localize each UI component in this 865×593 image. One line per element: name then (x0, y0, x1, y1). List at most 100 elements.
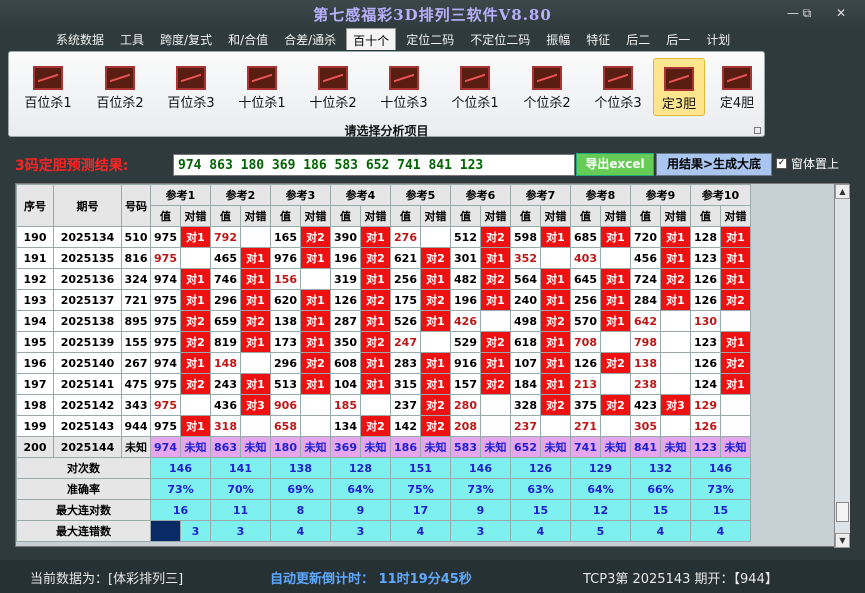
result-cell (300, 415, 331, 437)
seq-cell: 192 (16, 268, 54, 290)
table-row[interactable]: 199 2025143 944 975 对1 318 658 134 对2 142 对2 208 237… (16, 415, 751, 437)
menu-item[interactable]: 合差/通杀 (278, 29, 342, 50)
stats-value: 12 (570, 499, 631, 521)
stats-value: 66% (630, 478, 691, 500)
ribbon-button[interactable]: 定3胆 (653, 58, 705, 116)
result-cell: 对2 (600, 352, 631, 374)
ribbon-button[interactable]: 百位杀2 (87, 58, 153, 116)
menu-item[interactable]: 振幅 (540, 29, 576, 50)
ribbon-button[interactable]: 个位杀1 (442, 58, 508, 116)
value-cell: 513 (270, 373, 301, 395)
stats-value: 73% (450, 478, 511, 500)
generate-base-button[interactable]: 用结果>生成大底 (656, 153, 772, 176)
menu-item[interactable]: 工具 (114, 29, 150, 50)
ribbon-launcher-icon[interactable] (754, 127, 761, 134)
period-cell: 2025141 (53, 373, 122, 395)
forecast-value: 652 (510, 436, 541, 458)
period-cell: 2025142 (53, 394, 122, 416)
value-cell: 305 (630, 415, 661, 437)
forecast-status: 未知 (360, 436, 391, 458)
period-cell: 2025137 (53, 289, 122, 311)
result-cell: 对2 (180, 331, 211, 353)
window-ontop-option[interactable]: ✓ 窗体置上 (776, 155, 839, 172)
result-cell: 对1 (540, 331, 571, 353)
prediction-result-field[interactable] (173, 154, 575, 176)
menu-item[interactable]: 后二 (620, 29, 656, 50)
scroll-up-icon[interactable]: ▲ (835, 184, 850, 199)
table-row[interactable]: 194 2025138 895 975 对2 659 对2 138 对1 287 对1 526 对1 42… (16, 310, 751, 332)
stats-value: 3 (210, 520, 271, 542)
subheader-result: 对错 (660, 205, 691, 227)
export-excel-button[interactable]: 导出excel (576, 153, 654, 176)
menu-item[interactable]: 系统数据 (50, 29, 110, 50)
table-row[interactable]: 190 2025134 510 975 对1 792 165 对2 390 对1 276 512 对2 5… (16, 226, 751, 248)
table-row[interactable]: 198 2025142 343 975 436 对3 906 185 237 对2 280 328 对2… (16, 394, 751, 416)
result-cell: 对1 (300, 247, 331, 269)
result-cell: 对1 (480, 352, 511, 374)
forecast-value: 741 (570, 436, 601, 458)
value-cell: 123 (690, 247, 721, 269)
result-cell: 对1 (420, 373, 451, 395)
ribbon-button[interactable]: 十位杀3 (371, 58, 437, 116)
table-row[interactable]: 191 2025135 816 975 465 对1 976 对1 196 对2 621 对2 301 对… (16, 247, 751, 269)
group-header: 参考7 (510, 184, 571, 206)
menu-item[interactable]: 计划 (700, 29, 736, 50)
ribbon-button[interactable]: 十位杀1 (229, 58, 295, 116)
ribbon-button[interactable]: 个位杀2 (514, 58, 580, 116)
scroll-thumb[interactable] (836, 502, 849, 522)
menu-item[interactable]: 定位二码 (400, 29, 460, 50)
chart-icon (318, 66, 348, 90)
menu-item[interactable]: 特征 (580, 29, 616, 50)
subheader-result: 对错 (180, 205, 211, 227)
forecast-row[interactable]: 200 2025144 未知 974 未知 863 未知 180 未知 369 未知 186 未知 583… (16, 436, 751, 458)
result-cell (180, 247, 211, 269)
stats-value: 64% (330, 478, 391, 500)
seq-cell: 199 (16, 415, 54, 437)
table-row[interactable]: 197 2025141 475 975 对2 243 对1 513 对1 104 对1 315 对1 15… (16, 373, 751, 395)
menu-item[interactable]: 百十个 (346, 28, 397, 50)
value-cell: 284 (630, 289, 661, 311)
ribbon-button[interactable]: 十位杀2 (300, 58, 366, 116)
stats-value: 146 (150, 457, 211, 479)
result-cell: 对2 (360, 289, 391, 311)
ribbon-button[interactable]: 定4胆 (712, 58, 762, 116)
table-row[interactable]: 193 2025137 721 975 对1 296 对1 620 对1 126 对2 175 对2 19… (16, 289, 751, 311)
ribbon-button[interactable]: 百位杀1 (15, 58, 81, 116)
group-header: 参考10 (690, 184, 751, 206)
window-title: 第七感福彩3D排列三软件V8.80 (313, 6, 552, 24)
subheader-result: 对错 (720, 205, 751, 227)
value-cell: 746 (210, 268, 241, 290)
value-cell: 280 (450, 394, 481, 416)
menu-item[interactable]: 跨度/复式 (154, 29, 218, 50)
result-cell: 对2 (360, 247, 391, 269)
menu-item[interactable]: 不定位二码 (464, 29, 536, 50)
close-icon[interactable]: ✕ (831, 6, 851, 20)
window-ontop-checkbox[interactable]: ✓ (776, 158, 787, 169)
stats-value: 3 (330, 520, 391, 542)
value-cell: 465 (210, 247, 241, 269)
number-cell: 324 (121, 268, 151, 290)
value-cell: 482 (450, 268, 481, 290)
restore-icon[interactable]: ⧉ (797, 6, 817, 20)
value-cell: 271 (570, 415, 601, 437)
table-row[interactable]: 195 2025139 155 975 对2 819 对1 173 对1 350 对2 247 529 对… (16, 331, 751, 353)
table-row[interactable]: 196 2025140 267 974 对1 148 296 对2 608 对1 283 对1 916 对… (16, 352, 751, 374)
number-cell: 944 (121, 415, 151, 437)
value-cell: 819 (210, 331, 241, 353)
group-header: 参考5 (390, 184, 451, 206)
group-header: 参考6 (450, 184, 511, 206)
result-cell: 对1 (240, 289, 271, 311)
scroll-down-icon[interactable]: ▼ (835, 533, 850, 548)
menu-item[interactable]: 和/合值 (222, 29, 274, 50)
table-row[interactable]: 192 2025136 324 974 对1 746 对1 156 319 对1 256 对1 482 对… (16, 268, 751, 290)
ribbon-button[interactable]: 个位杀3 (585, 58, 651, 116)
stats-value: 75% (390, 478, 451, 500)
stats-value: 3 (450, 520, 511, 542)
menu-item[interactable]: 后一 (660, 29, 696, 50)
ribbon-button[interactable]: 百位杀3 (158, 58, 224, 116)
forecast-status: 未知 (480, 436, 511, 458)
result-cell: 对2 (360, 415, 391, 437)
seq-cell: 190 (16, 226, 54, 248)
vertical-scrollbar[interactable]: ▲ ▼ (834, 184, 850, 548)
value-cell: 243 (210, 373, 241, 395)
